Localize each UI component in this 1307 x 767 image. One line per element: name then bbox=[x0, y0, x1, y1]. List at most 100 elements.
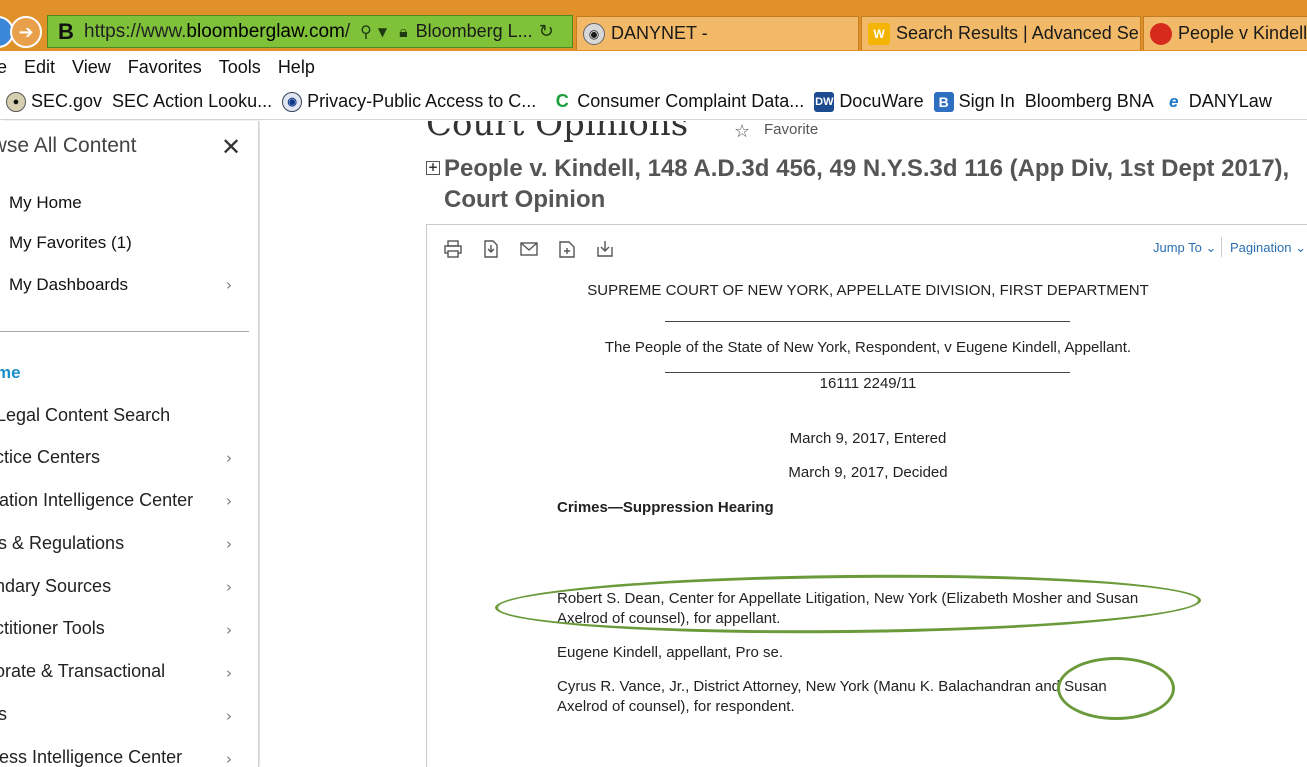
my-favorites-link[interactable]: My Favorites (1) bbox=[9, 233, 132, 253]
menu-view[interactable]: View bbox=[72, 57, 111, 78]
address-bar[interactable]: B https://www.bloomberglaw.com/ ⚲ ▼ 🔒︎ B… bbox=[47, 15, 573, 48]
entered-date: March 9, 2017, Entered bbox=[789, 430, 947, 447]
nav-laws-regulations[interactable]: ws & Regulations bbox=[0, 533, 124, 554]
panel-title: owse All Content bbox=[0, 134, 137, 157]
chevron-right-icon[interactable]: › bbox=[226, 750, 232, 767]
menu-help[interactable]: Help bbox=[278, 57, 315, 78]
chevron-right-icon[interactable]: › bbox=[226, 707, 232, 725]
dropdown-arrow-icon[interactable]: ▼ bbox=[378, 25, 387, 39]
docket-number: 16111 2249/11 bbox=[819, 375, 917, 392]
download-pdf-icon[interactable] bbox=[481, 239, 501, 259]
document-viewer: Jump To ⌄ Pagination ⌄ SUPREME COURT OF … bbox=[426, 224, 1307, 767]
nav-secondary-sources[interactable]: ondary Sources bbox=[0, 576, 111, 597]
nav-business-intelligence-center[interactable]: iness Intelligence Center bbox=[0, 747, 182, 767]
tab-people-v-kindell[interactable]: People v Kindell, bbox=[1143, 16, 1307, 50]
fav-danylaw[interactable]: e DANYLaw bbox=[1164, 91, 1272, 112]
fav-label: Sign In bbox=[958, 91, 1015, 111]
browse-all-content-panel: owse All Content ✕ My Home My Favorites … bbox=[0, 121, 259, 767]
ie-icon: e bbox=[1169, 91, 1179, 111]
fav-sec-action-lookup[interactable]: SEC Action Looku... bbox=[112, 91, 272, 112]
chevron-down-icon: ⌄ bbox=[1205, 240, 1217, 255]
seal-icon: ◉ bbox=[282, 91, 303, 112]
chevron-right-icon[interactable]: › bbox=[226, 664, 232, 682]
email-icon[interactable] bbox=[519, 239, 539, 259]
menu-file[interactable]: e bbox=[0, 57, 7, 78]
pagination-dropdown[interactable]: Pagination ⌄ bbox=[1230, 240, 1306, 256]
forward-button[interactable]: ➔ bbox=[10, 16, 42, 48]
fav-consumer-complaint[interactable]: C Consumer Complaint Data... bbox=[552, 91, 805, 112]
fav-sec-gov[interactable]: ● SEC.gov bbox=[6, 91, 102, 112]
nav-news[interactable]: ws bbox=[0, 704, 7, 725]
nav-practitioner-tools[interactable]: actitioner Tools bbox=[0, 618, 105, 639]
home-link[interactable]: me bbox=[0, 363, 21, 383]
divider bbox=[0, 331, 249, 332]
chevron-right-icon[interactable]: › bbox=[226, 621, 232, 639]
nav-litigation-intelligence-center[interactable]: igation Intelligence Center bbox=[0, 490, 193, 511]
main-content: Court Opinions ☆ Favorite + People v. Ki… bbox=[260, 121, 1307, 767]
headnote: Crimes—Suppression Hearing bbox=[557, 499, 774, 516]
browser-tab-bar: ➔ B https://www.bloomberglaw.com/ ⚲ ▼ 🔒︎… bbox=[0, 0, 1307, 51]
nav-corporate-transactional[interactable]: porate & Transactional bbox=[0, 661, 165, 682]
case-parties: The People of the State of New York, Res… bbox=[604, 339, 1132, 356]
lock-icon[interactable]: 🔒︎ bbox=[399, 22, 408, 42]
court-name: SUPREME COURT OF NEW YORK, APPELLATE DIV… bbox=[587, 282, 1149, 299]
tab-danynet[interactable]: ◉ DANYNET - bbox=[576, 16, 859, 50]
dw-icon: DW bbox=[814, 91, 835, 112]
tab-search-results[interactable]: W Search Results | Advanced Se... bbox=[861, 16, 1141, 50]
bloomberg-favicon-icon: B bbox=[58, 18, 74, 44]
fav-label: Bloomberg BNA bbox=[1024, 91, 1154, 111]
menu-bar: e Edit View Favorites Tools Help bbox=[0, 51, 1307, 84]
add-to-folder-icon[interactable] bbox=[557, 239, 577, 259]
chevron-right-icon[interactable]: › bbox=[226, 535, 232, 553]
my-home-link[interactable]: My Home bbox=[9, 193, 82, 213]
plus-square-icon[interactable]: + bbox=[426, 161, 440, 175]
fav-sign-in[interactable]: B Sign In bbox=[933, 91, 1015, 112]
favorite-button[interactable]: Favorite bbox=[764, 121, 818, 138]
fav-label: DocuWare bbox=[839, 91, 924, 111]
address-url[interactable]: https://www.bloomberglaw.com/ bbox=[84, 21, 350, 43]
chevron-right-icon[interactable]: › bbox=[226, 449, 232, 467]
w-icon: W bbox=[868, 22, 890, 45]
fav-docuware[interactable]: DW DocuWare bbox=[814, 91, 924, 112]
fav-label: SEC Action Looku... bbox=[112, 91, 273, 111]
arrow-right-icon: ➔ bbox=[18, 21, 34, 43]
fav-bloomberg-bna[interactable]: Bloomberg BNA bbox=[1025, 91, 1154, 112]
chevron-right-icon[interactable]: › bbox=[226, 276, 232, 294]
menu-tools[interactable]: Tools bbox=[219, 57, 261, 78]
close-icon[interactable]: ✕ bbox=[221, 133, 241, 161]
nav-legal-content-search[interactable]: Legal Content Search bbox=[0, 405, 170, 426]
divider bbox=[665, 321, 1070, 322]
toolbar-divider bbox=[1221, 237, 1222, 257]
jump-to-dropdown[interactable]: Jump To ⌄ bbox=[1153, 240, 1216, 256]
menu-edit[interactable]: Edit bbox=[24, 57, 55, 78]
fav-privacy-public-access[interactable]: ◉ Privacy-Public Access to C... bbox=[282, 91, 536, 112]
seal-icon: ● bbox=[6, 91, 26, 112]
search-icon[interactable]: ⚲ bbox=[360, 22, 372, 41]
menu-favorites[interactable]: Favorites bbox=[128, 57, 202, 78]
annotation-ellipse-susan-axelrod bbox=[1057, 657, 1175, 720]
tab-label: DANYNET - bbox=[611, 23, 708, 43]
favorites-bar: ● SEC.gov SEC Action Looku... ◉ Privacy-… bbox=[0, 84, 1307, 120]
refresh-icon[interactable]: ↻ bbox=[539, 21, 554, 42]
divider bbox=[665, 372, 1070, 373]
tab-label: People v Kindell, bbox=[1178, 23, 1307, 43]
chevron-right-icon[interactable]: › bbox=[226, 492, 232, 510]
seal-icon: ◉ bbox=[583, 22, 605, 45]
fav-label: Privacy-Public Access to C... bbox=[307, 91, 537, 111]
active-tab-label: Bloomberg L... bbox=[415, 21, 533, 41]
c-icon: C bbox=[555, 91, 569, 111]
chevron-down-icon: ⌄ bbox=[1295, 240, 1306, 255]
tab-label: Search Results | Advanced Se... bbox=[896, 23, 1141, 43]
my-dashboards-link[interactable]: My Dashboards bbox=[9, 275, 128, 295]
nav-practice-centers[interactable]: actice Centers bbox=[0, 447, 100, 468]
red-logo-icon bbox=[1150, 22, 1172, 45]
save-download-icon[interactable] bbox=[595, 239, 615, 259]
chevron-right-icon[interactable]: › bbox=[226, 578, 232, 596]
b-icon: B bbox=[933, 91, 954, 112]
print-icon[interactable] bbox=[443, 239, 463, 259]
star-icon[interactable]: ☆ bbox=[734, 121, 750, 142]
fav-label: Consumer Complaint Data... bbox=[577, 91, 805, 111]
pro-se-appellant: Eugene Kindell, appellant, Pro se. bbox=[557, 644, 783, 661]
fav-label: SEC.gov bbox=[31, 91, 103, 111]
fav-label: DANYLaw bbox=[1188, 91, 1272, 111]
